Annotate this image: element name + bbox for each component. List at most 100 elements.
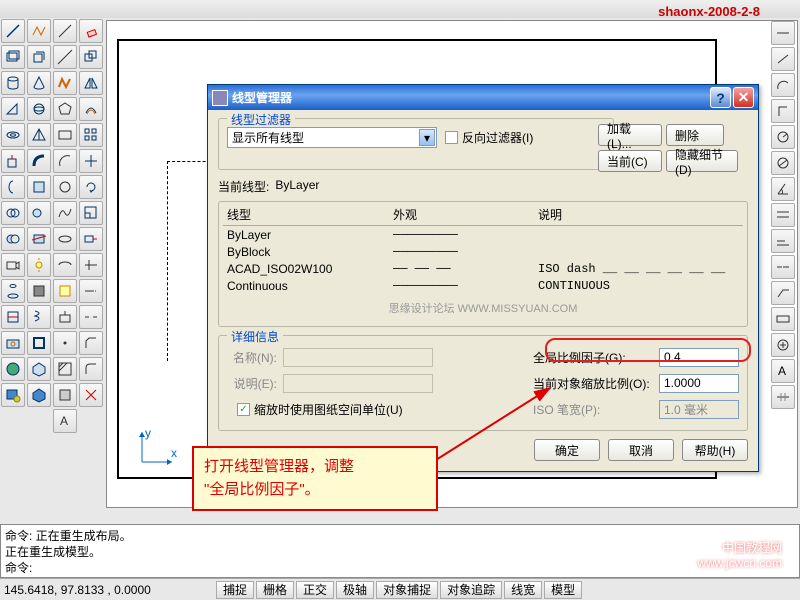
dim-diameter-tool[interactable] [771,151,795,175]
sweep-tool[interactable] [27,149,51,173]
trim-tool[interactable] [79,253,103,277]
section-tool[interactable] [1,305,25,329]
delete-button[interactable]: 删除 [666,124,724,146]
rect-tool[interactable] [53,123,77,147]
dim-baseline-tool[interactable] [771,229,795,253]
close-icon[interactable]: ✕ [733,87,754,108]
wireframe-tool[interactable] [27,45,51,69]
sphere-tool[interactable] [27,97,51,121]
help-button[interactable]: 帮助(H) [682,439,748,461]
insert-tool[interactable] [53,279,77,303]
dim-quick-tool[interactable] [771,203,795,227]
move-tool[interactable] [79,149,103,173]
polygon-tool[interactable] [53,97,77,121]
obj-scale-input[interactable] [659,374,739,393]
reverse-filter-checkbox[interactable]: 反向过滤器(I) [445,129,533,146]
slice-tool[interactable] [27,227,51,251]
linetype-listbox[interactable]: 线型 外观 说明 ByLayer───────── ByBlock───────… [218,201,748,327]
dialog-titlebar[interactable]: 线型管理器 ? ✕ [208,85,758,110]
revolve-tool[interactable] [1,175,25,199]
osnap-toggle[interactable]: 对象捕捉 [376,581,438,599]
scale-tool[interactable] [79,201,103,225]
extrude-tool[interactable] [1,149,25,173]
dim-aligned-tool[interactable] [771,47,795,71]
ortho-toggle[interactable]: 正交 [296,581,334,599]
snap-toggle[interactable]: 捕捉 [216,581,254,599]
xline-tool[interactable] [53,45,77,69]
col-desc[interactable]: 说明 [538,206,743,223]
dim-arc-tool[interactable] [771,73,795,97]
list-item[interactable]: ACAD_ISO02W100── ── ──ISO dash __ __ __ … [223,260,743,277]
dim-style-tool[interactable] [771,385,795,409]
lineweight-toggle[interactable]: 线宽 [504,581,542,599]
grid-toggle[interactable]: 栅格 [256,581,294,599]
list-item[interactable]: ByBlock───────── [223,243,743,260]
hatch-tool[interactable] [53,357,77,381]
offset-solid-tool[interactable] [27,175,51,199]
dim-center-tool[interactable] [771,333,795,357]
dim-linear-tool[interactable] [771,21,795,45]
erase-tool[interactable] [79,19,103,43]
cone-tool[interactable] [27,71,51,95]
shade-tool[interactable] [27,279,51,303]
3dview-tool[interactable] [27,357,51,381]
pline-tool[interactable] [53,71,77,95]
tolerance-tool[interactable] [771,307,795,331]
current-button[interactable]: 当前(C) [598,150,662,172]
chamfer-tool[interactable] [79,331,103,355]
intersect-tool[interactable] [27,201,51,225]
load-button[interactable]: 加载(L)... [598,124,662,146]
explode-tool[interactable] [79,383,103,407]
box-tool[interactable] [1,45,25,69]
render-tool[interactable] [1,383,25,407]
fillet-tool[interactable] [79,357,103,381]
ellipse-tool[interactable] [53,227,77,251]
3dview2-tool[interactable] [27,383,51,407]
ok-button[interactable]: 确定 [534,439,600,461]
polar-toggle[interactable]: 极轴 [336,581,374,599]
dim-edit-tool[interactable]: A [771,359,795,383]
stretch-tool[interactable] [79,227,103,251]
col-linetype[interactable]: 线型 [223,206,393,223]
dim-continue-tool[interactable] [771,255,795,279]
subtract-tool[interactable] [1,227,25,251]
pyramid-tool[interactable] [27,123,51,147]
paperspace-scale-checkbox[interactable]: ✓ 缩放时使用图纸空间单位(U) [237,401,403,418]
list-item[interactable]: Continuous─────────CONTINUOUS [223,277,743,294]
line-tool[interactable] [1,19,25,43]
polyline-tool[interactable] [27,19,51,43]
light-tool[interactable] [27,253,51,277]
list-item[interactable]: ByLayer───────── [223,226,743,243]
col-appearance[interactable]: 外观 [393,206,538,223]
shell-tool[interactable] [27,331,51,355]
block-tool[interactable] [53,305,77,329]
helix-tool[interactable] [27,305,51,329]
model-toggle[interactable]: 模型 [544,581,582,599]
rotate-tool[interactable] [79,175,103,199]
extend-tool[interactable] [79,279,103,303]
otrack-toggle[interactable]: 对象追踪 [440,581,502,599]
break-tool[interactable] [79,305,103,329]
union-tool[interactable] [1,201,25,225]
arc-tool[interactable] [53,149,77,173]
dim-ordinate-tool[interactable] [771,99,795,123]
dim-radius-tool[interactable] [771,125,795,149]
material-tool[interactable] [1,357,25,381]
circle-tool[interactable] [53,175,77,199]
command-line[interactable]: 命令: 正在重生成布局。 正在重生成模型。 命令: [0,524,800,578]
region-tool[interactable] [53,383,77,407]
cancel-button[interactable]: 取消 [608,439,674,461]
text-tool[interactable]: A [53,409,77,433]
point-tool[interactable] [53,331,77,355]
copy-tool[interactable] [79,45,103,69]
cylinder-tool[interactable] [1,71,25,95]
dim-angular-tool[interactable] [771,177,795,201]
hide-details-button[interactable]: 隐藏细节(D) [666,150,738,172]
ellipsearc-tool[interactable] [53,253,77,277]
leader-tool[interactable] [771,281,795,305]
wedge-tool[interactable] [1,97,25,121]
chevron-down-icon[interactable]: ▾ [419,129,435,146]
offset-tool[interactable] [79,97,103,121]
line2-tool[interactable] [53,19,77,43]
mirror-tool[interactable] [79,71,103,95]
